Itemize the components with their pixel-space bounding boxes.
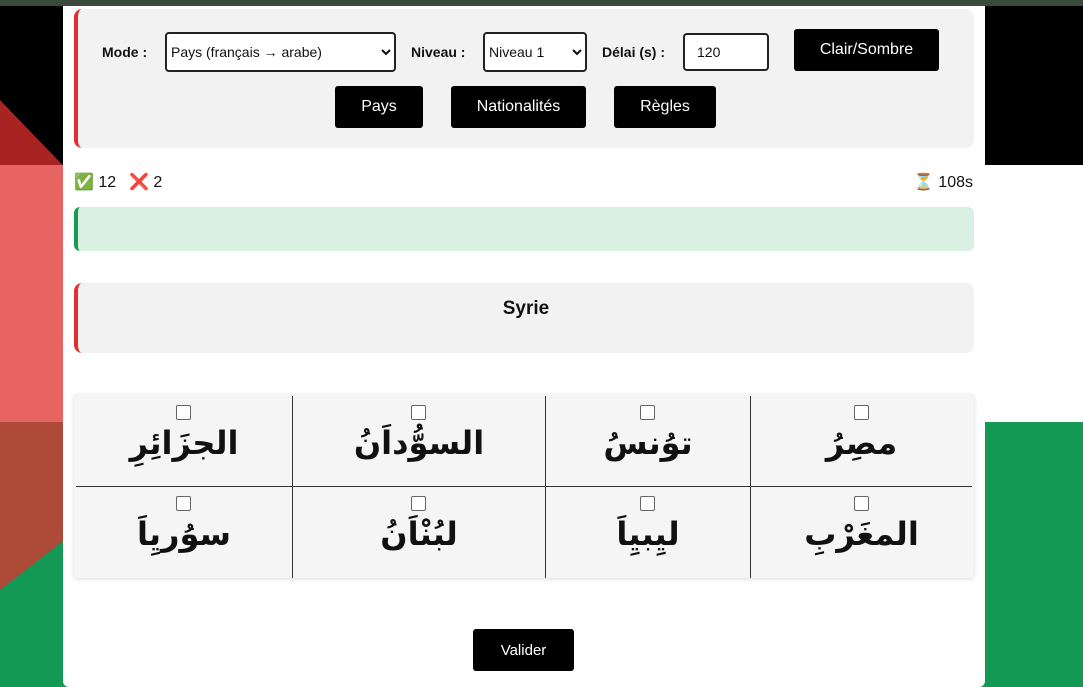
feedback-banner xyxy=(74,207,974,251)
answer-checkbox[interactable] xyxy=(176,496,191,511)
answer-checkbox[interactable] xyxy=(853,496,869,511)
mode-label: Mode : xyxy=(102,44,148,60)
answer-checkbox[interactable] xyxy=(411,496,426,511)
level-select[interactable]: Niveau 1 xyxy=(483,32,587,72)
answer-cell[interactable]: سوُريِاَ xyxy=(76,487,292,577)
answer-checkbox[interactable] xyxy=(176,405,191,420)
answer-cell[interactable]: ليِبيِاَ xyxy=(546,487,750,577)
answer-label: السوُّداَنُ xyxy=(353,424,485,462)
answer-checkbox[interactable] xyxy=(640,496,655,511)
answer-label: ليِبيِاَ xyxy=(616,515,680,553)
answer-checkbox[interactable] xyxy=(411,405,426,420)
score-wrong: ❌ 2 xyxy=(129,172,162,192)
answer-checkbox[interactable] xyxy=(640,405,655,420)
answer-label: الجزَائِرِ xyxy=(129,424,239,462)
check-icon: ✅ xyxy=(74,174,94,191)
answer-label: سوُريِاَ xyxy=(137,515,231,553)
answer-grid: الجزَائِرِ السوُّداَنُ توُنسُ مصِرُ سوُر… xyxy=(74,394,974,578)
answer-cell[interactable]: لبُنْاَنُ xyxy=(293,487,545,577)
answer-label: مصِرُ xyxy=(825,424,898,462)
answer-label: المغَرْبِ xyxy=(804,515,919,553)
score-correct: ✅ 12 xyxy=(74,172,116,192)
answer-cell[interactable]: المغَرْبِ xyxy=(751,487,972,577)
countries-button[interactable]: Pays xyxy=(335,86,423,128)
answer-label: لبُنْاَنُ xyxy=(380,515,458,553)
hourglass-icon: ⏳ xyxy=(913,174,934,191)
answer-label: توُنسُ xyxy=(603,424,693,462)
mode-select[interactable]: Pays (français → arabe) xyxy=(165,32,396,72)
answer-checkbox[interactable] xyxy=(853,405,869,420)
delay-label: Délai (s) : xyxy=(602,44,666,60)
question-box: Syrie xyxy=(74,283,974,353)
wrong-count: 2 xyxy=(153,174,163,191)
answer-cell[interactable]: توُنسُ xyxy=(546,396,750,486)
timer-value: 108s xyxy=(938,174,973,191)
cross-icon: ❌ xyxy=(129,174,149,191)
question-prompt: Syrie xyxy=(502,298,550,319)
answer-cell[interactable]: الجزَائِرِ xyxy=(76,396,292,486)
correct-count: 12 xyxy=(98,174,117,191)
rules-button[interactable]: Règles xyxy=(614,86,716,128)
submit-button[interactable]: Valider xyxy=(473,629,574,671)
theme-toggle-button[interactable]: Clair/Sombre xyxy=(794,29,939,71)
timer: ⏳ 108s xyxy=(914,172,973,192)
level-label: Niveau : xyxy=(411,44,466,60)
nationalities-button[interactable]: Nationalités xyxy=(451,86,586,128)
answer-cell[interactable]: السوُّداَنُ xyxy=(293,396,545,486)
answer-cell[interactable]: مصِرُ xyxy=(751,396,972,486)
delay-input[interactable] xyxy=(683,33,769,71)
controls-panel: Mode : Pays (français → arabe) Niveau : … xyxy=(74,9,974,148)
quiz-card: Mode : Pays (français → arabe) Niveau : … xyxy=(63,6,985,687)
